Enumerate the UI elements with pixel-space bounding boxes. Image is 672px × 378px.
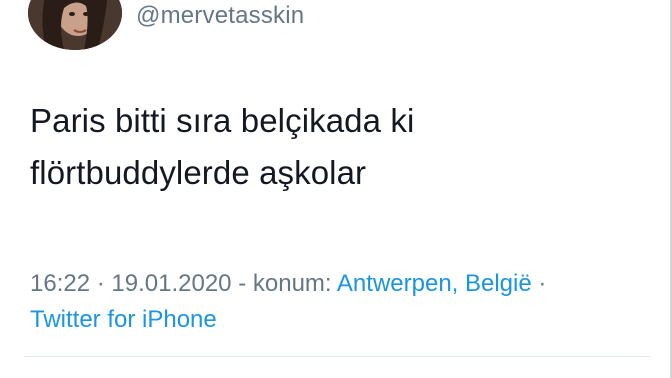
meta-separator: · bbox=[538, 270, 547, 297]
tweet-meta: 16:22 · 19.01.2020 - konum: Antwerpen, B… bbox=[30, 266, 650, 338]
tweet-text: Paris bitti sıra belçikada ki flörtbuddy… bbox=[30, 95, 650, 199]
tweet-meta-row: 16:22 · 19.01.2020 - konum: Antwerpen, B… bbox=[30, 266, 650, 302]
tweet-meta-row: Twitter for iPhone bbox=[30, 302, 650, 338]
location-link[interactable]: Antwerpen, België bbox=[337, 270, 532, 297]
tweet-text-line: flörtbuddylerde aşkolar bbox=[30, 154, 367, 191]
tweet-text-line: Paris bitti sıra belçikada ki bbox=[30, 102, 415, 139]
divider bbox=[24, 356, 650, 357]
meta-dash: - bbox=[238, 270, 247, 297]
location-label: konum: bbox=[252, 270, 332, 297]
meta-separator: · bbox=[96, 270, 105, 297]
user-handle[interactable]: @mervetasskin bbox=[136, 2, 304, 30]
avatar[interactable] bbox=[28, 0, 122, 50]
tweet-time[interactable]: 16:22 bbox=[30, 270, 90, 297]
tweet-date[interactable]: 19.01.2020 bbox=[111, 270, 231, 297]
source-link[interactable]: Twitter for iPhone bbox=[30, 306, 217, 333]
